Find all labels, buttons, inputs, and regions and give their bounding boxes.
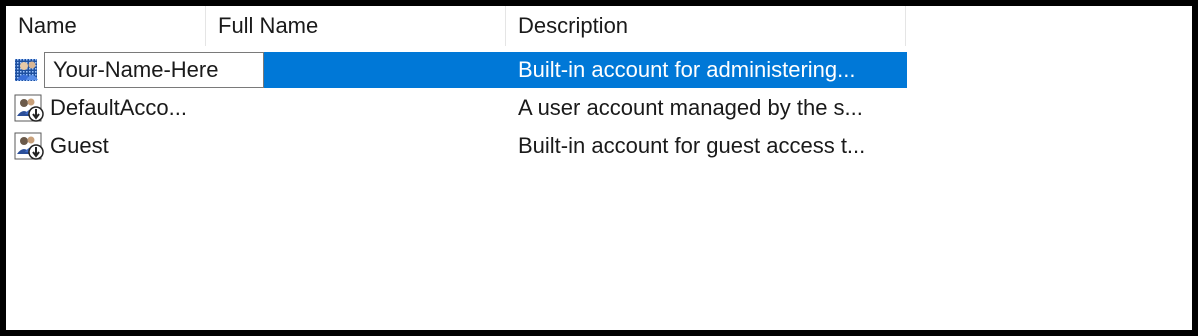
rename-input[interactable] [44,52,264,88]
column-header-row: Name Full Name Description [6,6,907,46]
description-cell: Built-in account for guest access t... [518,133,866,158]
column-header-name[interactable]: Name [6,6,206,46]
users-list-view: Name Full Name Description Your-Name-Her… [6,6,1192,330]
column-header-description[interactable]: Description [506,6,906,46]
user-account-icon [14,56,46,84]
name-cell: DefaultAcco... [50,95,187,120]
disabled-user-account-icon [14,132,46,160]
list-item-defaultaccount[interactable]: DefaultAcco... A user account managed by… [6,90,907,126]
description-cell: A user account managed by the s... [518,95,863,120]
list-item-guest[interactable]: Guest Built-in account for guest access … [6,128,907,164]
disabled-user-account-icon [14,94,46,122]
description-cell: Built-in account for administering... [518,57,856,82]
list-item-administrator[interactable]: Built-in account for administering... [6,52,907,88]
column-header-full-name[interactable]: Full Name [206,6,506,46]
name-cell: Guest [50,133,109,158]
